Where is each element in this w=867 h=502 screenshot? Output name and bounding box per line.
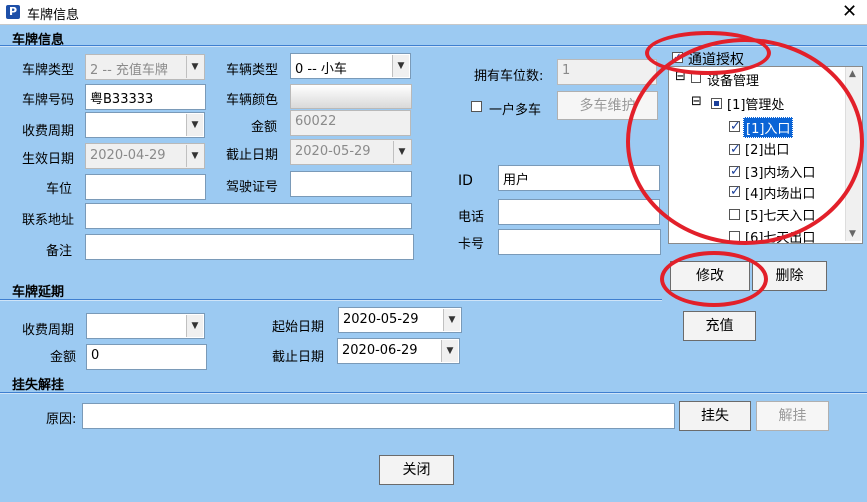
- extend-end-date-value: 2020-06-29: [342, 343, 418, 358]
- scroll-up-icon[interactable]: ▲: [849, 69, 856, 79]
- start-date-value: 2020-05-29: [343, 312, 419, 327]
- extend-section-title: 车牌延期: [12, 285, 65, 300]
- recharge-button[interactable]: 充值: [683, 311, 756, 341]
- chevron-down-icon: ▼: [186, 114, 203, 136]
- unlock-button[interactable]: 解挂: [756, 401, 829, 431]
- plate-no-input[interactable]: 粤B33333: [85, 84, 206, 110]
- chevron-down-icon: ▼: [186, 145, 203, 167]
- chevron-down-icon: ▼: [186, 315, 203, 337]
- report-loss-button[interactable]: 挂失: [679, 401, 751, 431]
- id-label: ID: [458, 173, 473, 189]
- extend-fee-period-label: 收费周期: [22, 323, 75, 338]
- fee-period-select[interactable]: ▼: [85, 112, 205, 138]
- license-input[interactable]: [290, 171, 412, 197]
- chevron-down-icon: ▼: [392, 55, 409, 77]
- extend-fee-period-select[interactable]: ▼: [86, 313, 205, 339]
- end-date-picker[interactable]: 2020-05-29 ▼: [290, 139, 412, 165]
- divider: [0, 299, 662, 301]
- amount-label: 金额: [251, 120, 278, 135]
- vehicle-type-value: 0 -- 小车: [295, 62, 347, 77]
- start-date-picker[interactable]: 2020-05-29 ▼: [338, 307, 462, 333]
- vehicle-color-picker[interactable]: [290, 84, 412, 109]
- extend-end-date-label: 截止日期: [272, 350, 325, 365]
- address-input[interactable]: [85, 203, 412, 229]
- chevron-down-icon: ▼: [441, 340, 458, 362]
- divider: [0, 392, 867, 394]
- window-title: 车牌信息: [27, 8, 80, 23]
- title-bar: P 车牌信息 ✕: [0, 0, 867, 25]
- effective-date-picker[interactable]: 2020-04-29 ▼: [85, 143, 205, 169]
- owned-spots-input[interactable]: 1: [557, 59, 657, 85]
- extend-end-date-picker[interactable]: 2020-06-29 ▼: [337, 338, 460, 364]
- phone-input[interactable]: [498, 199, 660, 225]
- vehicle-type-select[interactable]: 0 -- 小车 ▼: [290, 53, 411, 79]
- annotation-ellipse-tree: [626, 38, 864, 245]
- note-label: 备注: [46, 244, 73, 259]
- multi-car-checkbox[interactable]: [471, 101, 482, 112]
- parking-spot-input[interactable]: [85, 174, 206, 200]
- card-no-label: 卡号: [458, 237, 485, 252]
- chevron-down-icon: ▼: [186, 56, 203, 78]
- multi-car-label: 一户多车: [489, 103, 542, 118]
- close-button[interactable]: 关闭: [379, 455, 454, 485]
- license-label: 驾驶证号: [226, 180, 279, 195]
- address-label: 联系地址: [22, 213, 75, 228]
- amount-input[interactable]: 60022: [290, 110, 411, 136]
- effective-date-value: 2020-04-29: [90, 148, 166, 163]
- start-date-label: 起始日期: [272, 320, 325, 335]
- owned-spots-label: 拥有车位数:: [474, 69, 544, 84]
- plate-type-select[interactable]: 2 -- 充值车牌 ▼: [85, 54, 205, 80]
- chevron-down-icon: ▼: [443, 309, 460, 331]
- plate-type-label: 车牌类型: [22, 63, 75, 78]
- annotation-ellipse-modify: [660, 251, 768, 307]
- plate-type-value: 2 -- 充值车牌: [90, 63, 168, 78]
- chevron-down-icon: ▼: [393, 141, 410, 163]
- extend-amount-label: 金额: [50, 350, 77, 365]
- end-date-label: 截止日期: [226, 148, 279, 163]
- effective-date-label: 生效日期: [22, 152, 75, 167]
- reason-label: 原因:: [46, 412, 77, 427]
- fee-period-label: 收费周期: [22, 124, 75, 139]
- plate-no-label: 车牌号码: [22, 93, 75, 108]
- reason-input[interactable]: [82, 403, 675, 429]
- vehicle-type-label: 车辆类型: [226, 63, 279, 78]
- extend-amount-input[interactable]: 0: [86, 344, 207, 370]
- vehicle-color-label: 车辆颜色: [226, 93, 279, 108]
- scroll-down-icon[interactable]: ▼: [849, 229, 856, 239]
- close-icon[interactable]: ✕: [832, 0, 867, 24]
- card-no-input[interactable]: [498, 229, 661, 255]
- parking-spot-label: 车位: [46, 182, 73, 197]
- loss-section-title: 挂失解挂: [12, 378, 65, 393]
- note-input[interactable]: [85, 234, 414, 260]
- end-date-value: 2020-05-29: [295, 144, 371, 159]
- app-icon: P: [6, 5, 20, 19]
- phone-label: 电话: [458, 210, 485, 225]
